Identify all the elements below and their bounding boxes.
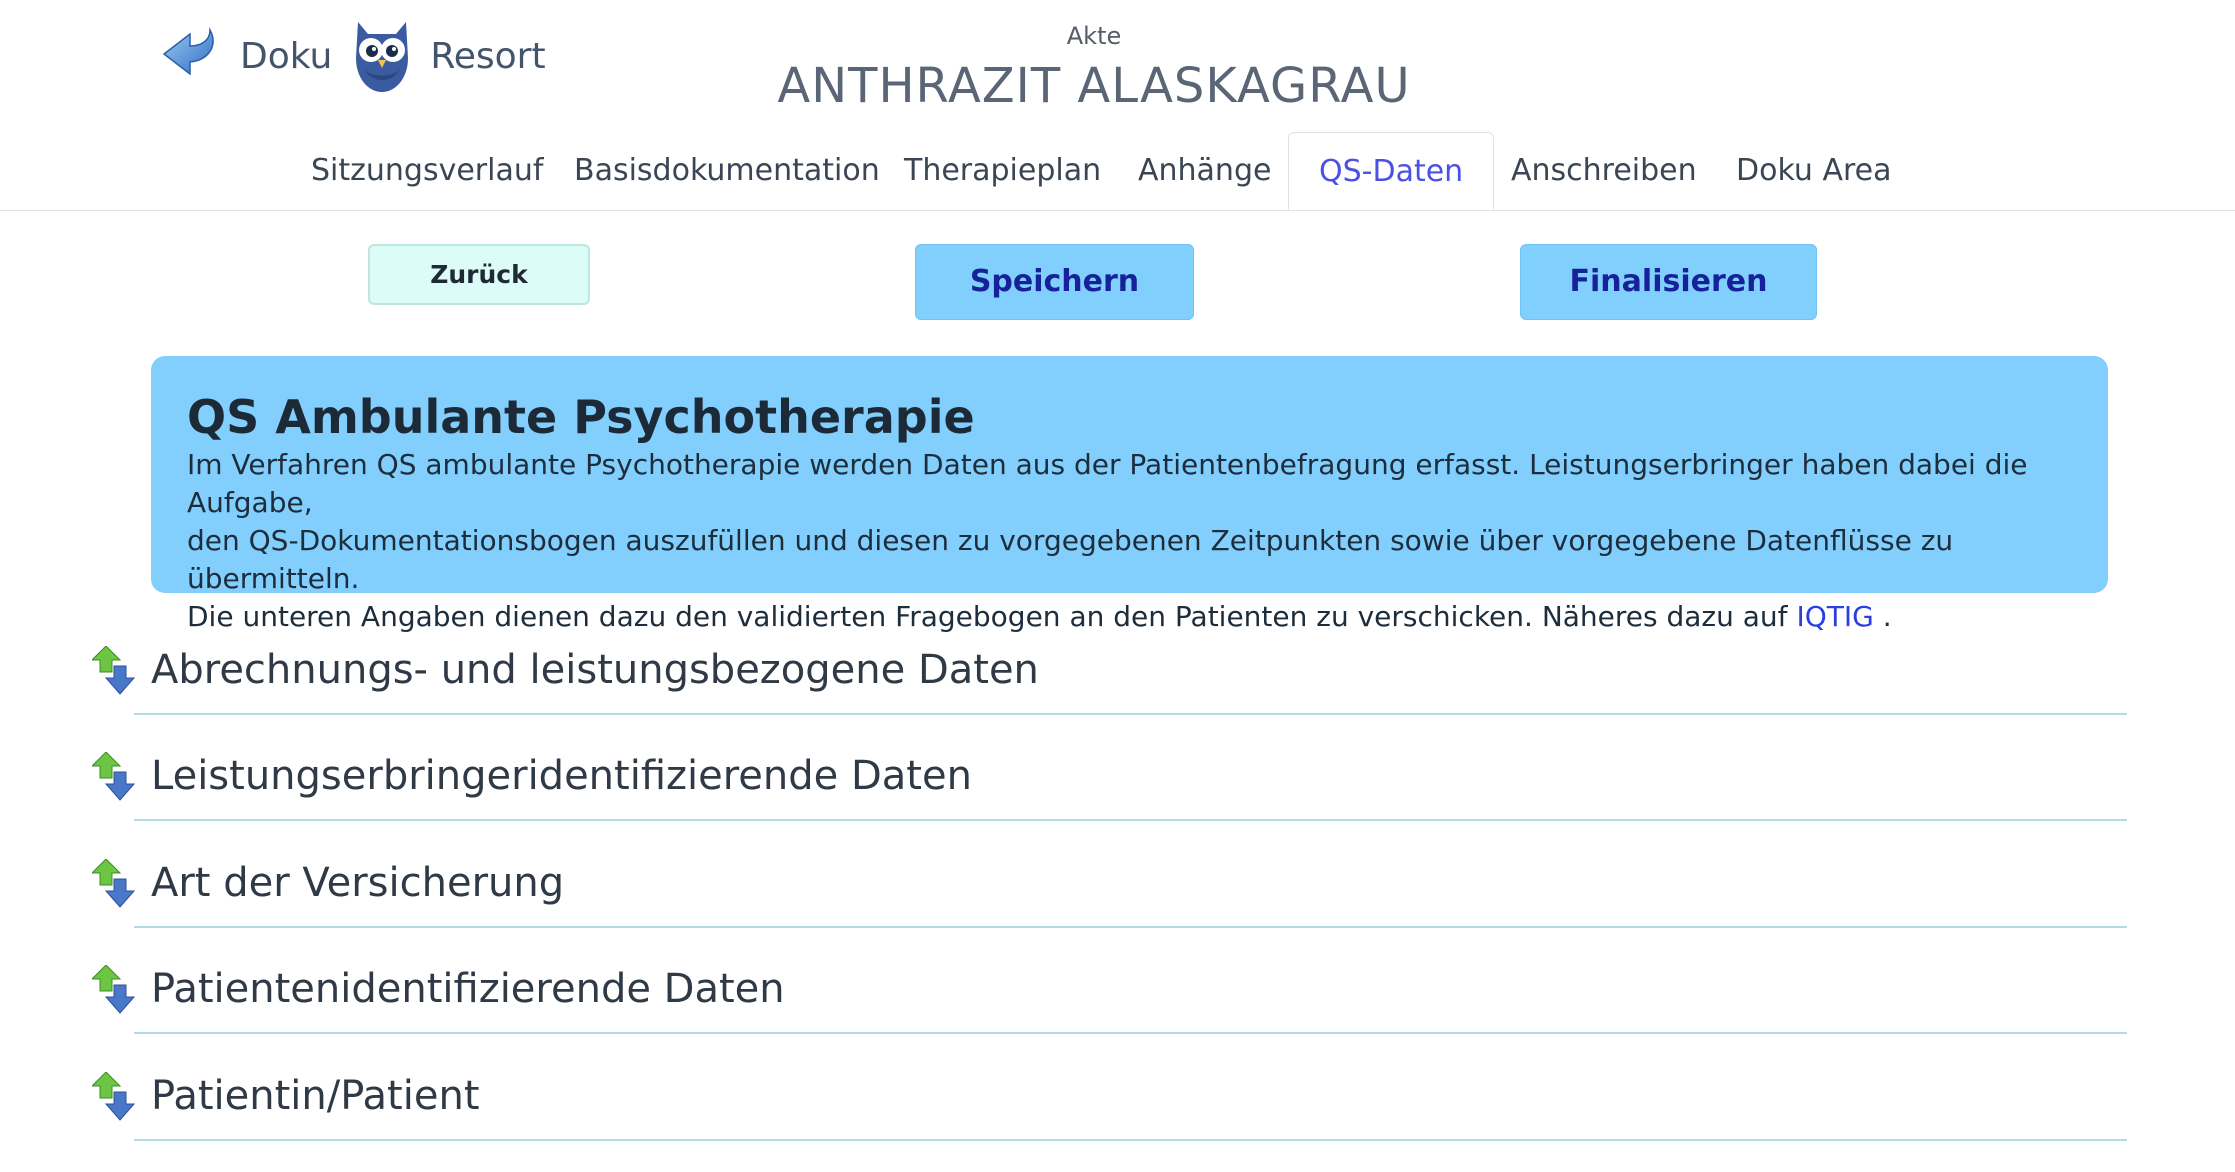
info-text: Im Verfahren QS ambulante Psychotherapie…	[187, 446, 2072, 636]
info-line-1: Im Verfahren QS ambulante Psychotherapie…	[187, 448, 2028, 519]
section-divider	[134, 819, 2127, 821]
info-line-3-text: Die unteren Angaben dienen dazu den vali…	[187, 600, 1797, 633]
section-leistungserbringer[interactable]: Leistungserbringeridentifizierende Daten	[92, 746, 2127, 852]
section-divider	[134, 1032, 2127, 1034]
section-divider	[134, 713, 2127, 715]
expand-arrows-icon[interactable]	[92, 859, 140, 911]
section-abrechnungsdaten[interactable]: Abrechnungs- und leistungsbezogene Daten	[92, 640, 2127, 746]
tab-therapieplan[interactable]: Therapieplan	[904, 132, 1101, 208]
section-title[interactable]: Abrechnungs- und leistungsbezogene Daten	[151, 640, 1039, 700]
expand-arrows-icon[interactable]	[92, 646, 140, 698]
section-divider	[134, 1139, 2127, 1141]
iqtig-link[interactable]: IQTIG	[1796, 600, 1873, 633]
tab-qs-daten[interactable]: QS-Daten	[1288, 132, 1495, 210]
info-line-3: Die unteren Angaben dienen dazu den vali…	[187, 598, 2072, 636]
info-box: QS Ambulante Psychotherapie Im Verfahren…	[151, 356, 2108, 633]
info-line-2: den QS-Dokumentationsbogen auszufüllen u…	[187, 524, 1954, 595]
tab-bar: Sitzungsverlauf Basisdokumentation Thera…	[0, 132, 2235, 211]
record-label: Akte	[1066, 22, 1122, 50]
patient-name: ANTHRAZIT ALASKAGRAU	[777, 58, 1411, 114]
finalize-button[interactable]: Finalisieren	[1520, 244, 1817, 320]
info-title: QS Ambulante Psychotherapie	[187, 390, 975, 444]
tab-anschreiben[interactable]: Anschreiben	[1511, 132, 1697, 208]
expand-arrows-icon[interactable]	[92, 1072, 140, 1124]
section-title[interactable]: Patientin/Patient	[151, 1066, 480, 1126]
section-patient[interactable]: Patientin/Patient	[92, 1066, 2127, 1172]
expand-arrows-icon[interactable]	[92, 752, 140, 804]
tab-anhaenge[interactable]: Anhänge	[1138, 132, 1271, 208]
tab-basisdokumentation[interactable]: Basisdokumentation	[574, 132, 880, 208]
info-line-3-end: .	[1873, 600, 1892, 633]
section-versicherung[interactable]: Art der Versicherung	[92, 853, 2127, 959]
section-divider	[134, 926, 2127, 928]
tab-doku-area[interactable]: Doku Area	[1736, 132, 1892, 208]
expand-arrows-icon[interactable]	[92, 965, 140, 1017]
tab-sitzungsverlauf[interactable]: Sitzungsverlauf	[311, 132, 543, 208]
section-patientendaten[interactable]: Patientenidentifizierende Daten	[92, 959, 2127, 1065]
back-button[interactable]: Zurück	[368, 244, 590, 305]
save-button[interactable]: Speichern	[915, 244, 1194, 320]
section-title[interactable]: Art der Versicherung	[151, 853, 564, 913]
section-title[interactable]: Leistungserbringeridentifizierende Daten	[151, 746, 972, 806]
section-title[interactable]: Patientenidentifizierende Daten	[151, 959, 785, 1019]
